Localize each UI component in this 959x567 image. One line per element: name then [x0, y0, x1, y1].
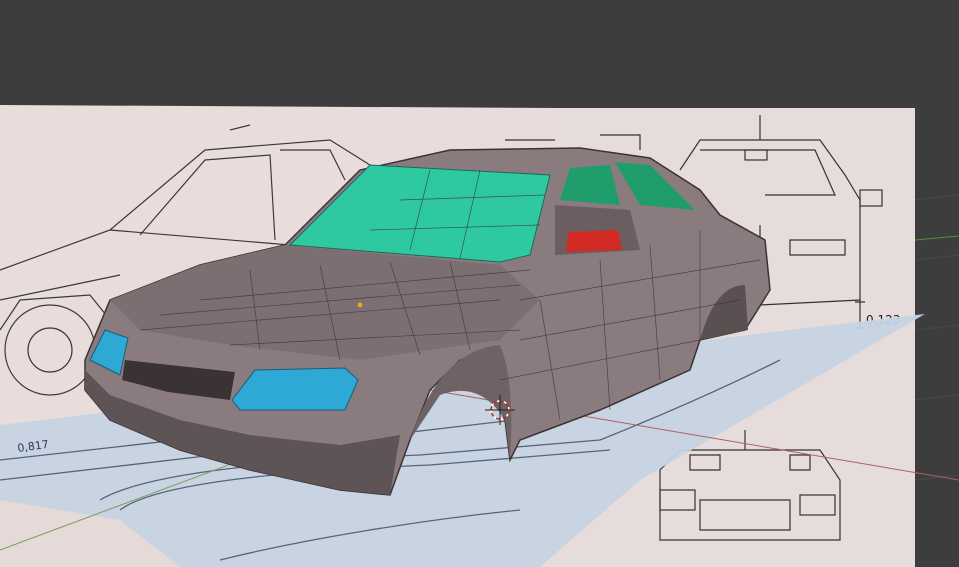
viewport-scene: 0,123 0,817	[0, 105, 959, 567]
taillight	[566, 230, 622, 252]
object-origin-icon[interactable]	[357, 302, 363, 308]
3d-viewport[interactable]: 0,123 0,817	[0, 0, 959, 567]
viewport-grid	[914, 194, 959, 481]
